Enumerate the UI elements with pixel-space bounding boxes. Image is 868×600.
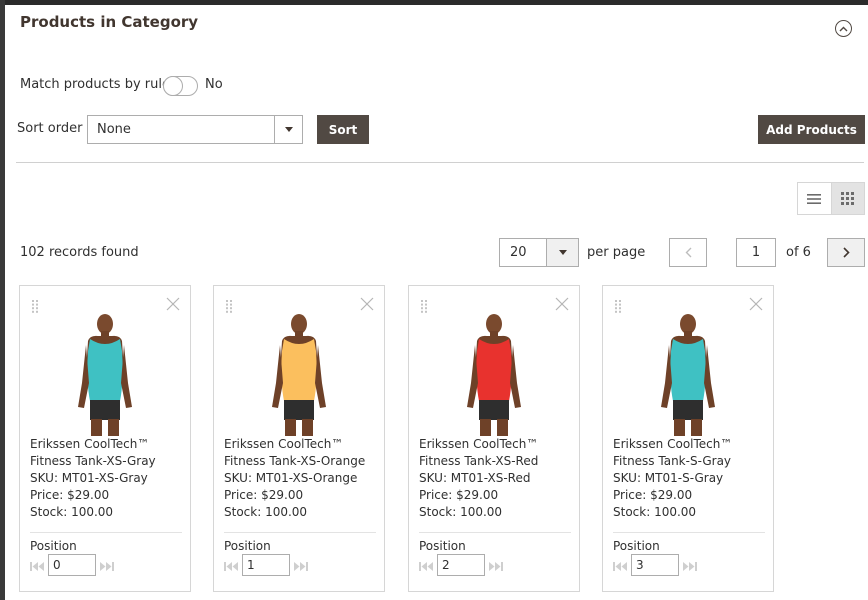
product-name-line1: Erikssen CoolTech™ bbox=[613, 437, 733, 451]
card-divider bbox=[224, 532, 376, 533]
position-row: 2 bbox=[419, 554, 503, 576]
product-sku: SKU: MT01-XS-Gray bbox=[30, 471, 148, 485]
product-price: Price: $29.00 bbox=[613, 488, 693, 502]
product-name-line1: Erikssen CoolTech™ bbox=[419, 437, 539, 451]
chevron-down-icon bbox=[284, 127, 293, 132]
move-bottom-icon[interactable] bbox=[489, 556, 503, 575]
sort-order-select[interactable]: None bbox=[87, 115, 303, 144]
match-rule-value: No bbox=[205, 77, 223, 92]
position-input[interactable]: 2 bbox=[437, 554, 485, 576]
product-card[interactable]: Erikssen CoolTech™ Fitness Tank-S-Gray S… bbox=[602, 285, 774, 592]
chevron-right-icon bbox=[842, 247, 850, 258]
move-top-icon[interactable] bbox=[224, 556, 238, 575]
product-name-line1: Erikssen CoolTech™ bbox=[30, 437, 150, 451]
window-frame-left bbox=[0, 0, 5, 600]
drag-handle-icon[interactable] bbox=[615, 298, 621, 317]
product-stock: Stock: 100.00 bbox=[613, 505, 697, 519]
move-bottom-icon[interactable] bbox=[683, 556, 697, 575]
product-image bbox=[661, 314, 715, 436]
sort-order-value: None bbox=[97, 122, 131, 137]
close-icon[interactable] bbox=[360, 296, 374, 315]
match-rule-toggle[interactable] bbox=[163, 76, 198, 96]
product-name-line1: Erikssen CoolTech™ bbox=[224, 437, 344, 451]
sort-button[interactable]: Sort bbox=[317, 115, 369, 144]
position-row: 0 bbox=[30, 554, 114, 576]
product-card[interactable]: Erikssen CoolTech™ Fitness Tank-XS-Red S… bbox=[408, 285, 580, 592]
position-input[interactable]: 1 bbox=[242, 554, 290, 576]
current-page-input[interactable]: 1 bbox=[736, 238, 776, 267]
previous-page-button[interactable] bbox=[669, 238, 707, 267]
product-info: Erikssen CoolTech™ Fitness Tank-XS-Red S… bbox=[419, 436, 577, 521]
product-name-line2: Fitness Tank-XS-Red bbox=[419, 454, 539, 468]
add-products-button[interactable]: Add Products bbox=[758, 115, 865, 144]
product-image bbox=[272, 314, 326, 436]
product-image bbox=[78, 314, 132, 436]
drag-handle-icon[interactable] bbox=[226, 298, 232, 317]
product-stock: Stock: 100.00 bbox=[419, 505, 503, 519]
product-name-line2: Fitness Tank-S-Gray bbox=[613, 454, 732, 468]
per-page-select[interactable]: 20 bbox=[499, 238, 579, 267]
close-icon[interactable] bbox=[555, 296, 569, 315]
drag-handle-icon[interactable] bbox=[421, 298, 427, 317]
list-view-icon bbox=[807, 193, 822, 204]
card-divider bbox=[419, 532, 571, 533]
product-info: Erikssen CoolTech™ Fitness Tank-S-Gray S… bbox=[613, 436, 771, 521]
product-image bbox=[467, 314, 521, 436]
drag-handle-icon[interactable] bbox=[32, 298, 38, 317]
next-page-button[interactable] bbox=[827, 238, 865, 267]
chevron-down-icon bbox=[558, 250, 567, 255]
grid-view-icon bbox=[841, 192, 855, 205]
card-divider bbox=[613, 532, 765, 533]
product-info: Erikssen CoolTech™ Fitness Tank-XS-Orang… bbox=[224, 436, 382, 521]
product-name-line2: Fitness Tank-XS-Orange bbox=[224, 454, 366, 468]
close-icon[interactable] bbox=[749, 296, 763, 315]
move-top-icon[interactable] bbox=[419, 556, 433, 575]
move-top-icon[interactable] bbox=[30, 556, 44, 575]
position-row: 1 bbox=[224, 554, 308, 576]
move-bottom-icon[interactable] bbox=[100, 556, 114, 575]
product-price: Price: $29.00 bbox=[30, 488, 110, 502]
move-bottom-icon[interactable] bbox=[294, 556, 308, 575]
list-view-button[interactable] bbox=[798, 183, 831, 214]
card-divider bbox=[30, 532, 182, 533]
per-page-value: 20 bbox=[510, 245, 527, 260]
product-info: Erikssen CoolTech™ Fitness Tank-XS-Gray … bbox=[30, 436, 188, 521]
product-card[interactable]: Erikssen CoolTech™ Fitness Tank-XS-Gray … bbox=[19, 285, 191, 592]
move-top-icon[interactable] bbox=[613, 556, 627, 575]
position-label: Position bbox=[419, 539, 466, 553]
per-page-label: per page bbox=[587, 245, 646, 260]
records-count: 102 records found bbox=[20, 245, 139, 260]
product-sku: SKU: MT01-XS-Red bbox=[419, 471, 531, 485]
chevron-left-icon bbox=[685, 247, 691, 258]
position-input[interactable]: 0 bbox=[48, 554, 96, 576]
product-price: Price: $29.00 bbox=[224, 488, 304, 502]
sort-dropdown-arrow[interactable] bbox=[274, 116, 302, 143]
position-label: Position bbox=[224, 539, 271, 553]
product-sku: SKU: MT01-XS-Orange bbox=[224, 471, 358, 485]
product-name-line2: Fitness Tank-XS-Gray bbox=[30, 454, 156, 468]
product-sku: SKU: MT01-S-Gray bbox=[613, 471, 724, 485]
position-row: 3 bbox=[613, 554, 697, 576]
sort-order-label: Sort order bbox=[17, 121, 83, 136]
match-rule-label: Match products by rule bbox=[20, 77, 170, 92]
toggle-knob bbox=[163, 76, 183, 96]
product-price: Price: $29.00 bbox=[419, 488, 499, 502]
position-label: Position bbox=[30, 539, 77, 553]
product-stock: Stock: 100.00 bbox=[224, 505, 308, 519]
view-mode-toggle bbox=[797, 182, 865, 215]
product-card[interactable]: Erikssen CoolTech™ Fitness Tank-XS-Orang… bbox=[213, 285, 385, 592]
grid-view-button[interactable] bbox=[830, 183, 864, 214]
position-label: Position bbox=[613, 539, 660, 553]
section-title: Products in Category bbox=[20, 13, 199, 31]
collapse-button[interactable] bbox=[835, 20, 852, 37]
total-pages-label: of 6 bbox=[786, 245, 811, 260]
position-input[interactable]: 3 bbox=[631, 554, 679, 576]
product-stock: Stock: 100.00 bbox=[30, 505, 114, 519]
collapse-circle-icon bbox=[839, 26, 848, 31]
window-frame-top bbox=[0, 0, 868, 5]
per-page-dropdown-arrow[interactable] bbox=[546, 239, 578, 266]
close-icon[interactable] bbox=[166, 296, 180, 315]
section-divider bbox=[16, 162, 864, 163]
